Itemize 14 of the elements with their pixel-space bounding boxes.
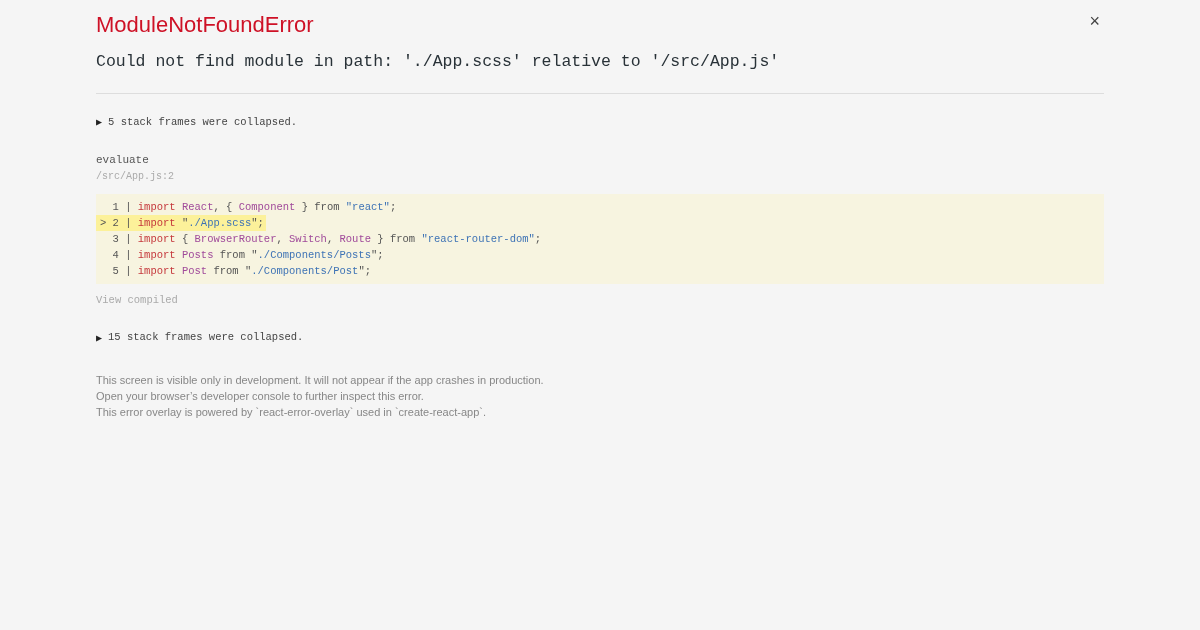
code-line: 4 | import Posts from "./Components/Posts"; xyxy=(111,247,385,263)
function-name: evaluate xyxy=(96,153,150,169)
collapsed-frames-toggle[interactable]: ▶ 5 stack frames were collapsed. xyxy=(96,114,298,131)
error-message: Could not find module in path: './App.scss' relative to '/src/App.js' xyxy=(96,51,781,74)
close-button[interactable]: × xyxy=(1085,12,1104,30)
footer-note: This error overlay is powered by `react-error-overlay` used in `create-react-app`. xyxy=(96,404,488,420)
code-line: 1 | import React, { Component } from "react"; xyxy=(111,199,398,215)
file-location: /src/App.js:2 xyxy=(96,169,175,184)
error-title: ModuleNotFoundError xyxy=(96,12,314,39)
footer-note: Open your browser’s developer console to further inspect this error. xyxy=(96,388,425,404)
code-line: 5 | import Post from "./Components/Post"; xyxy=(111,263,372,279)
footer-note: This screen is visible only in development. It will not appear if the app crashes in production. xyxy=(96,372,545,388)
collapsed-frames-toggle[interactable]: ▶ 15 stack frames were collapsed. xyxy=(96,330,304,346)
code-line: 3 | import { BrowserRouter, Switch, Route } from "react-router-dom"; xyxy=(111,231,543,247)
